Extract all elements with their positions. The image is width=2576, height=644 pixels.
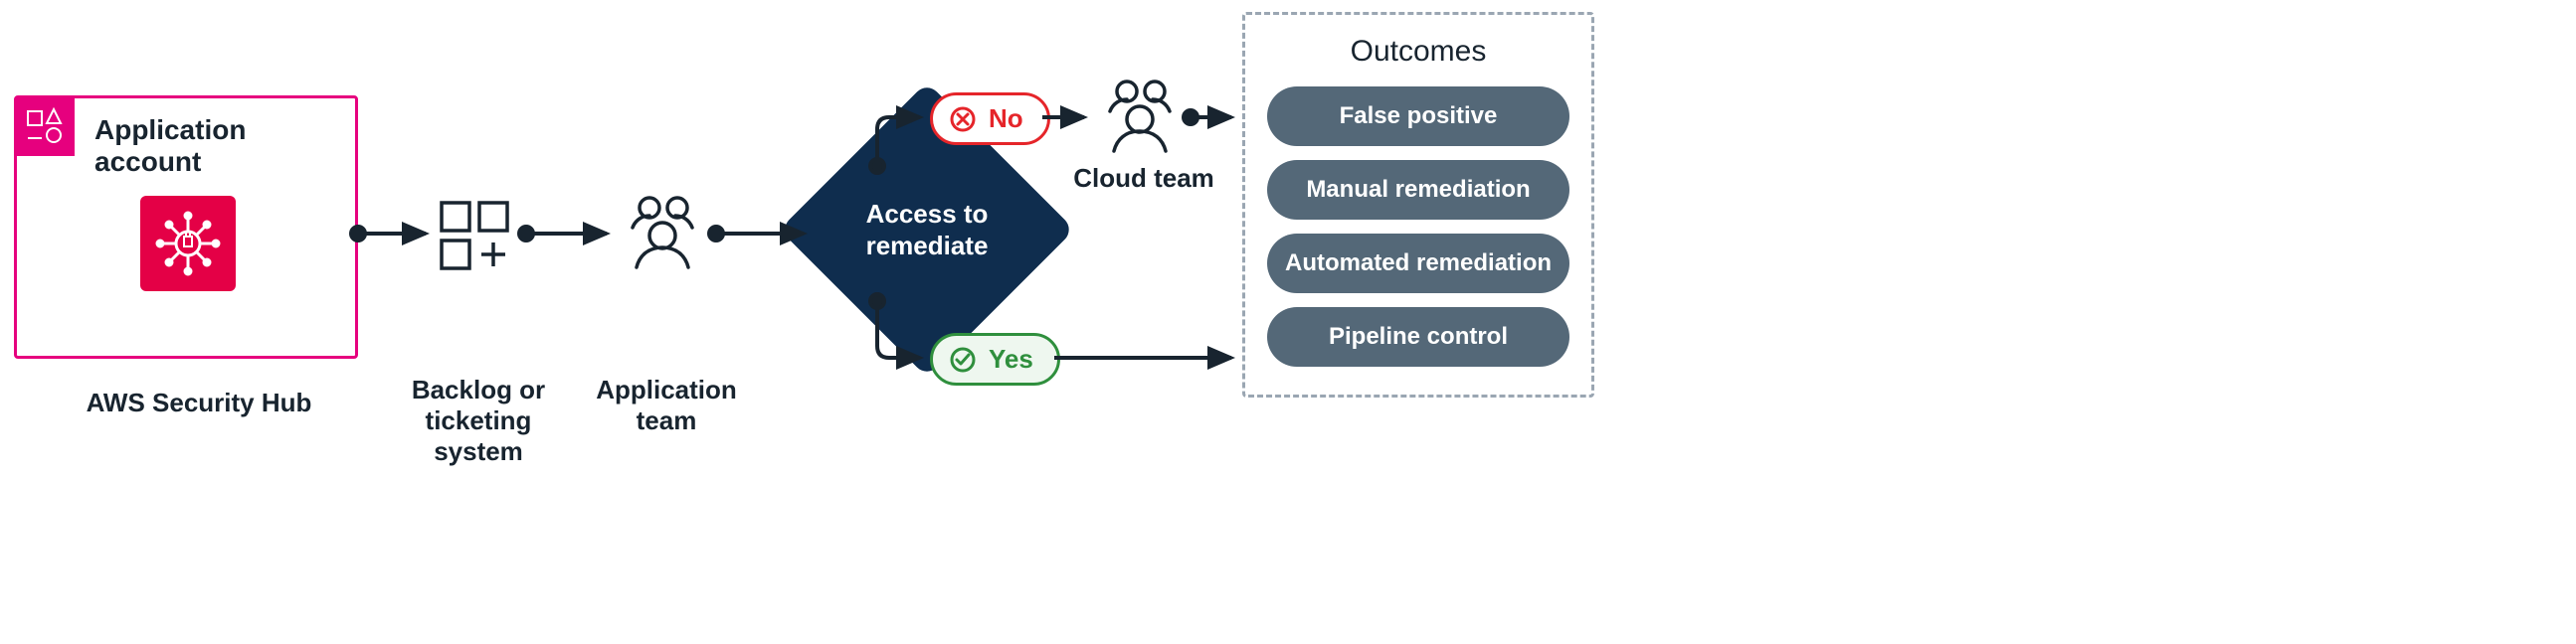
outcomes-box: Outcomes False positive Manual remediati… [1242,12,1594,398]
no-label: No [989,103,1023,134]
shapes-icon [25,106,65,146]
backlog-label: Backlog or ticketing system [384,375,573,468]
cloud-team-label: Cloud team [1069,163,1218,194]
application-team-label: Application team [587,375,746,436]
outcome-item: Automated remediation [1267,234,1569,293]
check-circle-icon [949,346,977,374]
account-tab-icon [15,96,75,156]
outcome-item: Pipeline control [1267,307,1569,367]
backlog-icon [437,198,512,278]
outcome-item: False positive [1267,86,1569,146]
application-account-title: Application account [94,114,355,178]
application-team-icon [620,194,705,276]
cloud-team-icon [1097,78,1183,160]
application-account-box: Application account [14,95,358,359]
decision-yes-pill: Yes [930,333,1060,386]
security-hub-icon [140,196,236,291]
x-circle-icon [949,105,977,133]
yes-label: Yes [989,344,1033,375]
decision-no-pill: No [930,92,1050,145]
outcomes-title: Outcomes [1267,35,1569,69]
decision-access-to-remediate: Access to remediate [823,125,1031,334]
outcome-item: Manual remediation [1267,160,1569,220]
decision-label: Access to remediate [823,125,1031,334]
security-hub-label: AWS Security Hub [85,388,313,418]
